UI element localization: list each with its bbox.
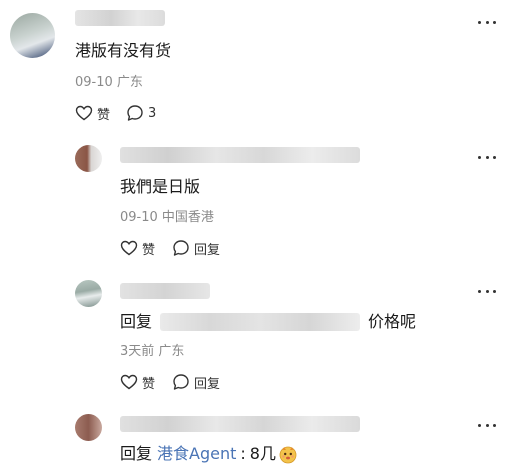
avatar[interactable] xyxy=(75,145,102,172)
like-label: 赞 xyxy=(97,107,111,123)
comment-text: 港版有没有货 xyxy=(75,41,172,60)
heart-outline-icon xyxy=(120,240,138,256)
chat-bubble-icon xyxy=(173,240,189,256)
reply-text: 回复 xyxy=(120,312,152,332)
cute-face-emoji xyxy=(279,446,297,464)
reply-text: 回复 港食Agent : 8几 xyxy=(120,444,298,464)
reply-suffix: 价格呢 xyxy=(368,312,417,331)
quoted-text-obscured xyxy=(160,313,360,331)
reply-button[interactable]: 回复 xyxy=(172,239,221,258)
like-button[interactable]: 赞 xyxy=(120,239,156,258)
reply-date: 3天前 xyxy=(120,344,155,359)
reply-meta: 09-10 中国香港 xyxy=(120,210,214,226)
reply-date: 09-10 xyxy=(120,210,158,225)
chat-bubble-icon xyxy=(173,374,189,390)
more-dots-icon[interactable] xyxy=(478,19,496,25)
avatar[interactable] xyxy=(75,414,102,441)
reply-prefix: 回复 xyxy=(120,312,153,331)
heart-outline-icon xyxy=(75,105,93,121)
more-dots-icon[interactable] xyxy=(478,288,496,294)
avatar[interactable] xyxy=(75,280,102,307)
reply-label: 回复 xyxy=(194,242,221,258)
chat-bubble-icon xyxy=(127,105,143,121)
more-dots-icon[interactable] xyxy=(478,154,496,160)
like-button[interactable]: 赞 xyxy=(75,104,111,123)
reply-meta: 3天前 广东 xyxy=(120,344,184,360)
reply-location: 广东 xyxy=(158,344,185,359)
reply-text: 我們是日版 xyxy=(120,177,201,196)
comment-date: 09-10 xyxy=(75,75,113,90)
reply-body: 8几 xyxy=(249,444,276,463)
reply-label: 回复 xyxy=(194,376,221,392)
heart-outline-icon xyxy=(120,374,138,390)
username-obscured xyxy=(120,147,360,163)
reply-count-button[interactable]: 3 xyxy=(126,104,156,122)
like-button[interactable]: 赞 xyxy=(120,373,156,392)
reply-location: 中国香港 xyxy=(161,210,214,225)
username-obscured xyxy=(75,10,165,26)
username-obscured xyxy=(120,416,360,432)
like-label: 赞 xyxy=(142,376,156,392)
reply-button[interactable]: 回复 xyxy=(172,373,221,392)
reply-to-username[interactable]: 港食Agent xyxy=(157,444,236,464)
comment-location: 广东 xyxy=(116,75,143,90)
reply-count: 3 xyxy=(148,105,157,121)
reply-separator: : xyxy=(240,444,246,463)
reply-prefix: 回复 xyxy=(120,444,153,463)
comment-meta: 09-10 广东 xyxy=(75,75,143,91)
username-obscured xyxy=(120,283,210,299)
like-label: 赞 xyxy=(142,242,156,258)
avatar[interactable] xyxy=(10,13,55,58)
more-dots-icon[interactable] xyxy=(478,422,496,428)
